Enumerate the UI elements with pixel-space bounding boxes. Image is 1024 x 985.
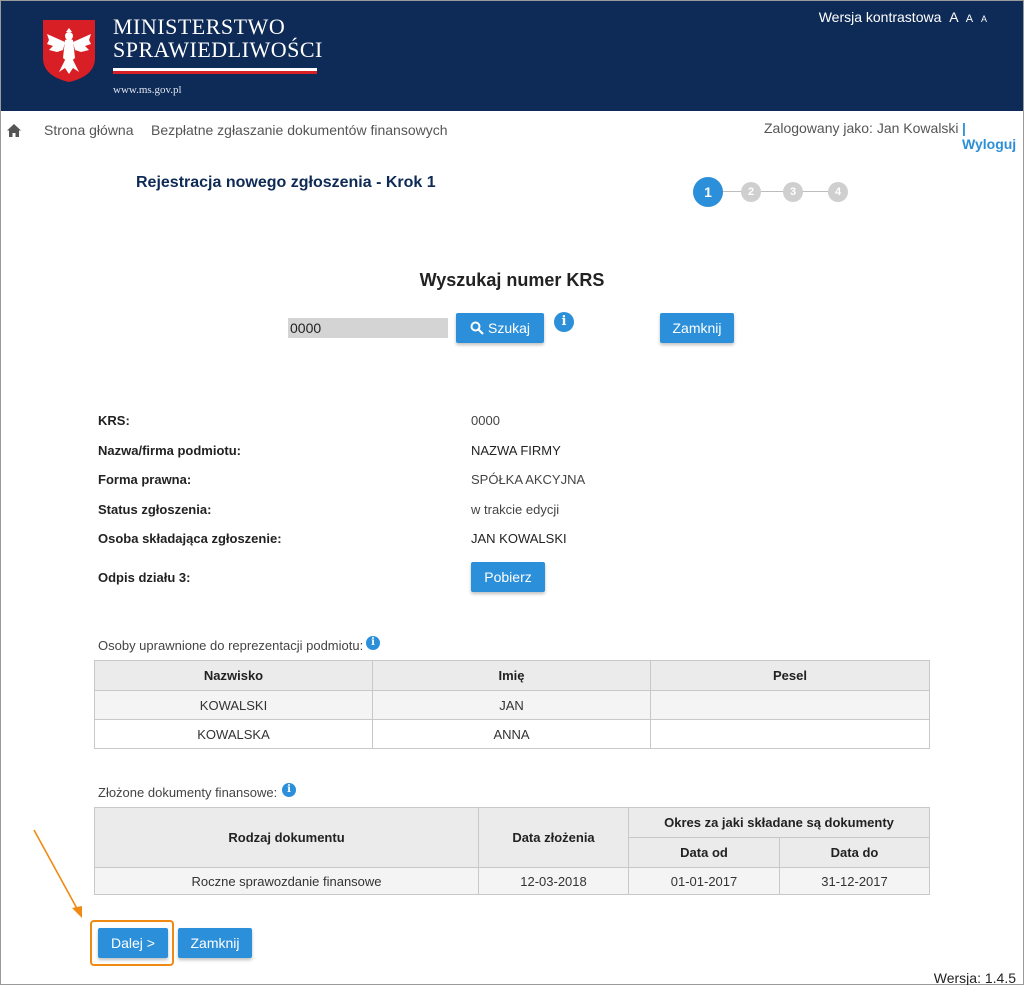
detail-label-excerpt: Odpis działu 3: <box>98 570 191 585</box>
table-row: KOWALSKA ANNA <box>94 719 930 749</box>
table-cell: KOWALSKA <box>94 719 373 749</box>
close-button-top[interactable]: Zamknij <box>660 313 734 343</box>
logged-in-user: Zalogowany jako: Jan Kowalski <box>764 120 959 136</box>
detail-value-krs: 0000 <box>471 413 500 428</box>
detail-label-legal-form: Forma prawna: <box>98 472 192 487</box>
nav-home-link[interactable]: Strona główna <box>44 122 134 138</box>
table-cell: KOWALSKI <box>94 690 373 720</box>
polish-eagle-emblem-icon <box>43 20 95 82</box>
documents-label: Złożone dokumenty finansowe: <box>98 785 277 800</box>
documents-table: Rodzaj dokumentu Data złożenia Okres za … <box>94 807 930 895</box>
annotation-arrow-icon <box>33 829 82 918</box>
site-header: MINISTERSTWO SPRAWIEDLIWOŚCI www.ms.gov.… <box>1 1 1023 111</box>
home-icon[interactable] <box>7 124 21 137</box>
search-heading: Wyszukaj numer KRS <box>419 270 605 290</box>
table-cell: 01-01-2017 <box>628 867 780 895</box>
contrast-controls: Wersja kontrastowa A A A <box>819 9 987 25</box>
table-row: Roczne sprawozdanie finansowe 12-03-2018… <box>94 867 930 895</box>
column-header-pesel: Pesel <box>650 660 930 691</box>
download-button[interactable]: Pobierz <box>471 562 545 592</box>
table-cell: JAN <box>372 690 651 720</box>
search-button[interactable]: Szukaj <box>456 313 544 343</box>
column-header-period: Okres za jaki składane są dokumenty <box>628 807 930 838</box>
step-4: 4 <box>828 182 848 202</box>
table-cell: Roczne sprawozdanie finansowe <box>94 867 479 895</box>
table-cell <box>650 690 930 720</box>
logout-link[interactable]: | Wyloguj <box>962 120 1023 152</box>
page-title: Rejestracja nowego zgłoszenia - Krok 1 <box>136 174 436 191</box>
table-cell: 31-12-2017 <box>779 867 930 895</box>
detail-label-krs: KRS: <box>98 413 130 428</box>
column-header-submission-date: Data złożenia <box>478 807 629 868</box>
krs-search-input[interactable] <box>288 318 448 338</box>
column-header-date-to: Data do <box>779 837 930 868</box>
table-cell <box>650 719 930 749</box>
font-size-large[interactable]: A <box>949 9 958 25</box>
table-header-row: Nazwisko Imię Pesel <box>94 660 930 691</box>
representatives-label: Osoby uprawnione do reprezentacji podmio… <box>98 638 363 653</box>
column-header-date-from: Data od <box>628 837 780 868</box>
breadcrumb-nav: Strona główna Bezpłatne zgłaszanie dokum… <box>1 112 1023 152</box>
detail-value-company: NAZWA FIRMY <box>471 443 561 458</box>
representatives-table: Nazwisko Imię Pesel KOWALSKI JAN KOWALSK… <box>94 660 930 749</box>
contrast-version-link[interactable]: Wersja kontrastowa <box>819 9 942 25</box>
next-button[interactable]: Dalej > <box>98 928 168 958</box>
detail-label-submitter: Osoba składająca zgłoszenie: <box>98 531 282 546</box>
info-icon[interactable]: i <box>282 783 296 797</box>
documents-label-text: Złożone dokumenty finansowe: <box>98 785 278 800</box>
column-header-surname: Nazwisko <box>94 660 373 691</box>
detail-label-company: Nazwa/firma podmiotu: <box>98 443 242 458</box>
info-icon[interactable]: i <box>366 636 380 650</box>
representatives-label-text: Osoby uprawnione do reprezentacji podmio… <box>98 638 364 653</box>
step-2: 2 <box>741 182 761 202</box>
info-icon[interactable]: i <box>554 312 574 332</box>
nav-section-link[interactable]: Bezpłatne zgłaszanie dokumentów finansow… <box>151 122 448 138</box>
brand-url: www.ms.gov.pl <box>113 84 182 96</box>
version-label: Wersja: 1.4.5 <box>933 970 1016 985</box>
column-header-document-type: Rodzaj dokumentu <box>94 807 479 868</box>
close-button-bottom[interactable]: Zamknij <box>178 928 252 958</box>
column-header-name: Imię <box>372 660 651 691</box>
brand-line1: MINISTERSTWO <box>113 14 286 39</box>
search-button-label: Szukaj <box>487 320 531 336</box>
search-icon <box>470 321 484 335</box>
detail-value-legal-form: SPÓŁKA AKCYJNA <box>471 472 586 487</box>
font-size-small[interactable]: A <box>981 14 987 24</box>
step-3: 3 <box>783 182 803 202</box>
detail-value-submitter: JAN KOWALSKI <box>471 531 567 546</box>
table-cell: ANNA <box>372 719 651 749</box>
table-row: KOWALSKI JAN <box>94 690 930 720</box>
detail-value-status: w trakcie edycji <box>471 502 560 517</box>
step-1: 1 <box>693 177 723 207</box>
font-size-medium[interactable]: A <box>966 13 973 25</box>
table-cell: 12-03-2018 <box>478 867 629 895</box>
step-indicator: 1 2 3 4 <box>693 177 853 207</box>
flag-stripes <box>113 68 317 74</box>
table-header-row: Rodzaj dokumentu Data złożenia Okres za … <box>94 807 930 868</box>
detail-label-status: Status zgłoszenia: <box>98 502 212 517</box>
brand[interactable]: MINISTERSTWO SPRAWIEDLIWOŚCI www.ms.gov.… <box>113 15 323 96</box>
brand-line2: SPRAWIEDLIWOŚCI <box>113 37 323 62</box>
